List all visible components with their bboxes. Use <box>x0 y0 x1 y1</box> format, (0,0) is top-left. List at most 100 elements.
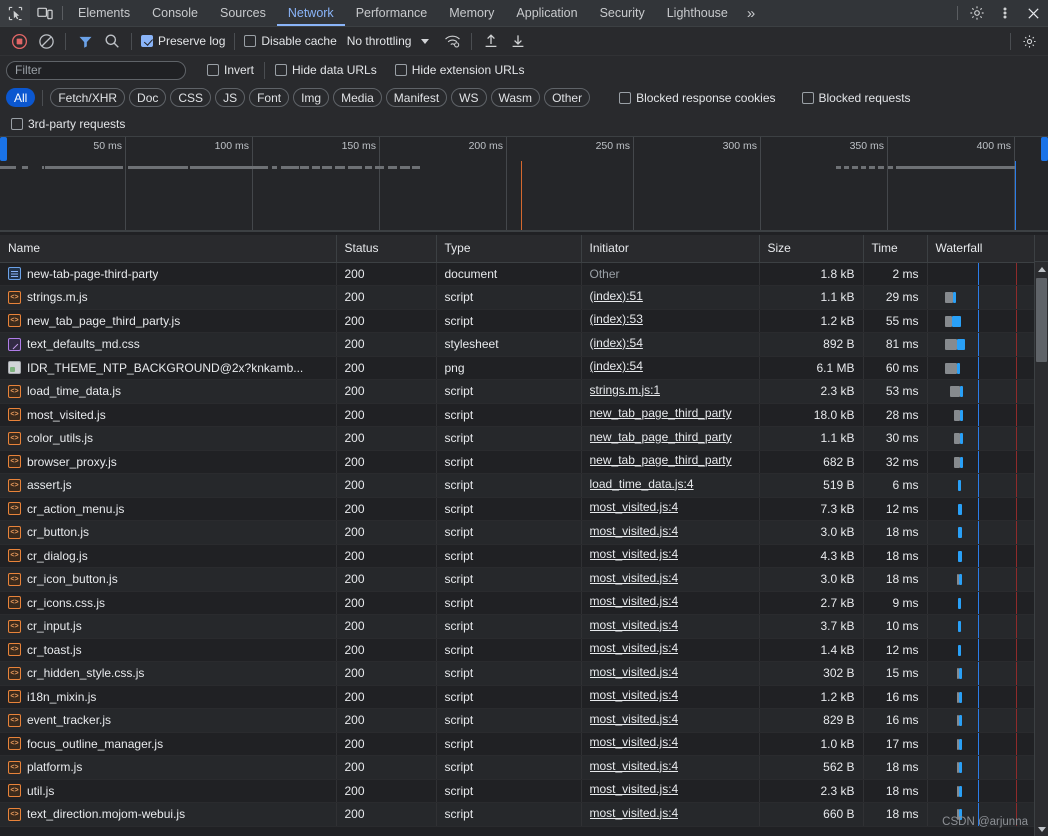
cell-waterfall[interactable] <box>927 614 1048 639</box>
blocked-requests-box[interactable] <box>801 91 814 104</box>
cell-initiator[interactable]: strings.m.js:1 <box>581 379 760 404</box>
scrollbar-up-button[interactable] <box>1035 262 1048 276</box>
column-header-initiator[interactable]: Initiator <box>581 235 760 263</box>
cell-initiator[interactable]: most_visited.js:4 <box>581 755 760 780</box>
initiator-link[interactable]: (index):53 <box>590 312 643 326</box>
cell-initiator[interactable]: most_visited.js:4 <box>581 591 760 615</box>
cell-name[interactable]: <> cr_button.js <box>0 520 337 545</box>
cell-name[interactable]: <> load_time_data.js <box>0 379 337 404</box>
cell-initiator[interactable]: most_visited.js:4 <box>581 638 760 662</box>
table-row[interactable]: text_defaults_md.css 200 stylesheet (index)… <box>0 332 1048 357</box>
blocked-requests-checkbox[interactable]: Blocked requests <box>799 91 914 105</box>
cell-initiator[interactable]: most_visited.js:4 <box>581 661 760 686</box>
cell-name[interactable]: <> util.js <box>0 779 337 803</box>
cell-waterfall[interactable] <box>927 356 1048 380</box>
initiator-link[interactable]: most_visited.js:4 <box>590 641 679 655</box>
cell-name[interactable]: new-tab-page-third-party <box>0 262 337 286</box>
table-row[interactable]: <> cr_dialog.js 200 script most_visited.js:4… <box>0 544 1048 568</box>
throttling-select[interactable]: No throttling <box>341 34 412 48</box>
scrollbar-thumb[interactable] <box>1036 278 1047 362</box>
preserve-log-checkbox[interactable]: Preserve log <box>138 34 228 48</box>
requests-scrollbar[interactable] <box>1034 235 1048 836</box>
table-row[interactable]: <> most_visited.js 200 script new_tab_page_t… <box>0 403 1048 427</box>
cell-name[interactable]: <> most_visited.js <box>0 403 337 427</box>
cell-waterfall[interactable] <box>927 732 1048 756</box>
cell-name[interactable]: <> cr_hidden_style.css.js <box>0 661 337 686</box>
scrollbar-down-button[interactable] <box>1035 822 1048 836</box>
cell-name[interactable]: <> cr_toast.js <box>0 638 337 662</box>
more-tabs-button[interactable]: » <box>739 0 762 26</box>
cell-waterfall[interactable] <box>927 802 1048 827</box>
cell-initiator[interactable]: most_visited.js:4 <box>581 802 760 827</box>
blocked-response-cookies-box[interactable] <box>619 91 632 104</box>
tab-console[interactable]: Console <box>141 0 209 26</box>
search-button[interactable] <box>99 29 125 53</box>
tab-memory[interactable]: Memory <box>438 0 505 26</box>
type-filter-media[interactable]: Media <box>333 88 382 107</box>
table-row[interactable]: <> cr_action_menu.js 200 script most_visited… <box>0 497 1048 521</box>
table-row[interactable]: <> util.js 200 script most_visited.js:4 2.3 k… <box>0 779 1048 803</box>
initiator-link[interactable]: most_visited.js:4 <box>590 806 679 820</box>
column-header-name[interactable]: Name <box>0 235 337 263</box>
tab-elements[interactable]: Elements <box>67 0 141 26</box>
cell-waterfall[interactable] <box>927 708 1048 733</box>
disable-cache-box[interactable] <box>244 35 257 47</box>
initiator-link[interactable]: most_visited.js:4 <box>590 524 679 538</box>
cell-initiator[interactable]: (index):54 <box>581 356 760 380</box>
cell-waterfall[interactable] <box>927 473 1048 498</box>
column-header-status[interactable]: Status <box>336 235 437 263</box>
cell-waterfall[interactable] <box>927 567 1048 592</box>
device-toolbar-icon[interactable] <box>30 0 60 26</box>
type-filter-css[interactable]: CSS <box>170 88 212 107</box>
initiator-link[interactable]: most_visited.js:4 <box>590 712 679 726</box>
cell-waterfall[interactable] <box>927 497 1048 521</box>
initiator-link[interactable]: most_visited.js:4 <box>590 594 679 608</box>
cell-name[interactable]: <> cr_input.js <box>0 614 337 639</box>
cell-initiator[interactable]: load_time_data.js:4 <box>581 473 760 498</box>
cell-waterfall[interactable] <box>927 332 1048 357</box>
tab-sources[interactable]: Sources <box>209 0 277 26</box>
cell-initiator[interactable]: new_tab_page_third_party <box>581 403 760 427</box>
table-row[interactable]: <> cr_hidden_style.css.js 200 script most_vi… <box>0 661 1048 686</box>
table-row[interactable]: <> focus_outline_manager.js 200 script most_… <box>0 732 1048 756</box>
table-row[interactable]: <> new_tab_page_third_party.js 200 script (i… <box>0 309 1048 333</box>
initiator-link[interactable]: most_visited.js:4 <box>590 547 679 561</box>
type-filter-js[interactable]: JS <box>215 88 246 107</box>
cell-name[interactable]: <> text_direction.mojom-webui.js <box>0 802 337 827</box>
type-filter-manifest[interactable]: Manifest <box>385 88 448 107</box>
cell-initiator[interactable]: most_visited.js:4 <box>581 567 760 592</box>
cell-name[interactable]: text_defaults_md.css <box>0 332 337 357</box>
cell-waterfall[interactable] <box>927 661 1048 686</box>
third-party-requests-box[interactable] <box>11 117 23 130</box>
table-row[interactable]: <> cr_button.js 200 script most_visited.js:4… <box>0 520 1048 545</box>
initiator-link[interactable]: most_visited.js:4 <box>590 500 679 514</box>
cell-initiator[interactable]: most_visited.js:4 <box>581 520 760 545</box>
close-icon[interactable] <box>1018 0 1048 26</box>
initiator-link[interactable]: load_time_data.js:4 <box>590 477 694 491</box>
network-settings-button[interactable] <box>1016 29 1042 53</box>
overview-window-right-handle[interactable] <box>1041 137 1048 161</box>
cell-waterfall[interactable] <box>927 520 1048 545</box>
export-har-button[interactable] <box>505 29 531 53</box>
cell-initiator[interactable]: most_visited.js:4 <box>581 497 760 521</box>
initiator-link[interactable]: most_visited.js:4 <box>590 782 679 796</box>
cell-initiator[interactable]: new_tab_page_third_party <box>581 450 760 474</box>
more-vertical-icon[interactable] <box>992 0 1018 26</box>
type-filter-ws[interactable]: WS <box>451 88 487 107</box>
initiator-link[interactable]: new_tab_page_third_party <box>590 430 732 444</box>
table-row[interactable]: IDR_THEME_NTP_BACKGROUND@2x?knkamb... 200… <box>0 356 1048 380</box>
invert-box[interactable] <box>207 64 219 76</box>
initiator-link[interactable]: new_tab_page_third_party <box>590 453 732 467</box>
cell-waterfall[interactable] <box>927 755 1048 780</box>
filter-input[interactable] <box>6 60 186 80</box>
cell-waterfall[interactable] <box>927 403 1048 427</box>
cell-name[interactable]: <> color_utils.js <box>0 426 337 451</box>
cell-initiator[interactable]: (index):53 <box>581 309 760 333</box>
type-filter-wasm[interactable]: Wasm <box>490 88 541 107</box>
table-row[interactable]: <> text_direction.mojom-webui.js 200 script… <box>0 802 1048 827</box>
table-row[interactable]: <> cr_toast.js 200 script most_visited.js:4 1… <box>0 638 1048 662</box>
hide-extension-urls-box[interactable] <box>394 64 407 76</box>
cell-waterfall[interactable] <box>927 450 1048 474</box>
table-row[interactable]: <> cr_icon_button.js 200 script most_visited… <box>0 567 1048 592</box>
table-row[interactable]: <> color_utils.js 200 script new_tab_page_th… <box>0 426 1048 451</box>
